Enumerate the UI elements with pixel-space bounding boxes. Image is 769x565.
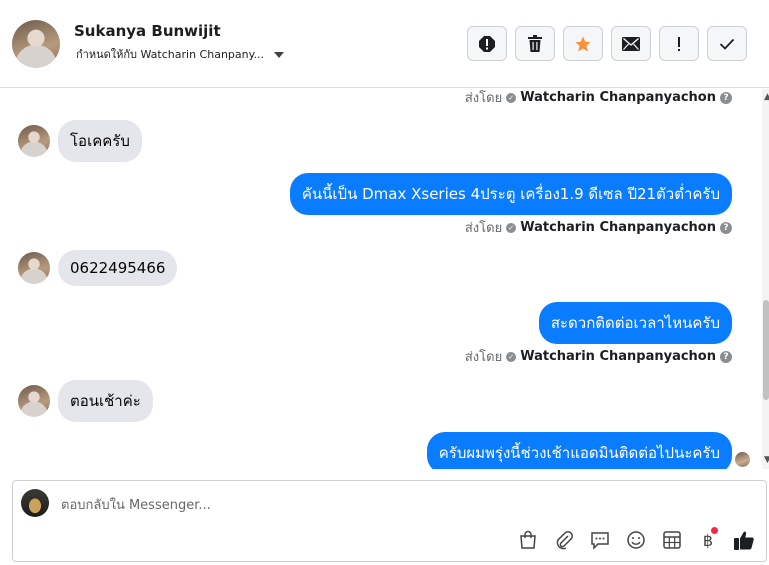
alert-octagon-icon <box>479 35 495 52</box>
exclamation-icon <box>678 36 680 51</box>
message-row-incoming: โอเคครับ <box>18 120 142 162</box>
contact-name[interactable]: Sukanya Bunwijit <box>74 22 221 40</box>
thumbs-up-icon <box>734 531 754 550</box>
smiley-icon <box>627 531 645 549</box>
sent-by-line: ส่งโดย ✓ Watcharin Chanpanyachon ? <box>465 89 732 108</box>
appointment-button[interactable] <box>659 527 685 553</box>
message-thread[interactable]: ส่งโดย ✓ Watcharin Chanpanyachon ? โอเคค… <box>0 89 762 469</box>
like-button[interactable] <box>731 527 757 553</box>
mark-unread-button[interactable] <box>611 26 651 61</box>
envelope-icon <box>622 36 640 51</box>
check-circle-icon: ✓ <box>506 222 517 233</box>
contact-avatar[interactable] <box>12 20 60 68</box>
scrollbar-thumb[interactable] <box>763 300 769 400</box>
message-bubble-outgoing[interactable]: สะดวกติดต่อเวลาไหนครับ <box>538 302 732 344</box>
message-bubble[interactable]: โอเคครับ <box>58 120 142 162</box>
page-avatar <box>21 489 49 517</box>
contact-avatar-small <box>18 385 50 417</box>
message-row-incoming: ตอนเช้าค่ะ <box>18 380 153 422</box>
message-bubble[interactable]: 0622495466 <box>58 250 178 286</box>
check-circle-icon: ✓ <box>506 351 517 362</box>
payment-button[interactable]: ฿ <box>695 527 721 553</box>
star-icon <box>575 36 591 51</box>
message-bubble[interactable]: ตอนเช้าค่ะ <box>58 380 153 422</box>
paperclip-icon <box>556 531 573 550</box>
scroll-down-arrow-icon[interactable]: ▼ <box>764 455 769 465</box>
notification-dot <box>711 527 718 534</box>
attach-button[interactable] <box>551 527 577 553</box>
shop-button[interactable] <box>515 527 541 553</box>
mark-done-button[interactable] <box>707 26 747 61</box>
chat-bubble-icon <box>591 532 609 550</box>
reply-input[interactable] <box>61 495 701 515</box>
reply-composer: ฿ <box>12 480 767 562</box>
star-button[interactable] <box>563 26 603 61</box>
help-icon[interactable]: ? <box>720 350 732 363</box>
assignee-label: กำหนดให้กับ Watcharin Chanpany... <box>76 48 265 61</box>
follow-up-button[interactable] <box>659 26 699 61</box>
message-bubble-outgoing[interactable]: ครับผมพรุ่งนี้ช่วงเช้าแอดมินติดต่อไปนะคร… <box>426 432 732 469</box>
calendar-grid-icon <box>663 531 681 549</box>
seen-avatar <box>735 452 750 467</box>
saved-replies-button[interactable] <box>587 527 613 553</box>
delete-button[interactable] <box>515 26 555 61</box>
message-bubble-outgoing[interactable]: คันนี้เป็น Dmax Xseries 4ประตู เครื่อง1.… <box>289 173 732 215</box>
sent-by-line: ส่งโดย ✓ Watcharin Chanpanyachon ? <box>465 346 732 367</box>
contact-avatar-small <box>18 252 50 284</box>
check-circle-icon: ✓ <box>506 92 517 103</box>
check-icon <box>719 38 735 50</box>
scrollbar-track[interactable] <box>762 89 769 469</box>
sent-by-line: ส่งโดย ✓ Watcharin Chanpanyachon ? <box>465 217 732 238</box>
conversation-header: Sukanya Bunwijit กำหนดให้กับ Watcharin C… <box>0 0 769 88</box>
scroll-up-arrow-icon[interactable]: ▲ <box>764 92 769 102</box>
assignee-selector[interactable]: กำหนดให้กับ Watcharin Chanpany... <box>76 45 285 63</box>
help-icon[interactable]: ? <box>720 91 732 104</box>
help-icon[interactable]: ? <box>720 221 732 234</box>
report-spam-button[interactable] <box>467 26 507 61</box>
trash-icon <box>528 34 542 52</box>
contact-avatar-small <box>18 125 50 157</box>
messenger-conversation: Sukanya Bunwijit กำหนดให้กับ Watcharin C… <box>0 0 769 565</box>
emoji-button[interactable] <box>623 527 649 553</box>
message-row-incoming: 0622495466 <box>18 250 178 286</box>
chevron-down-icon <box>274 51 285 58</box>
shopping-bag-icon <box>520 530 536 549</box>
